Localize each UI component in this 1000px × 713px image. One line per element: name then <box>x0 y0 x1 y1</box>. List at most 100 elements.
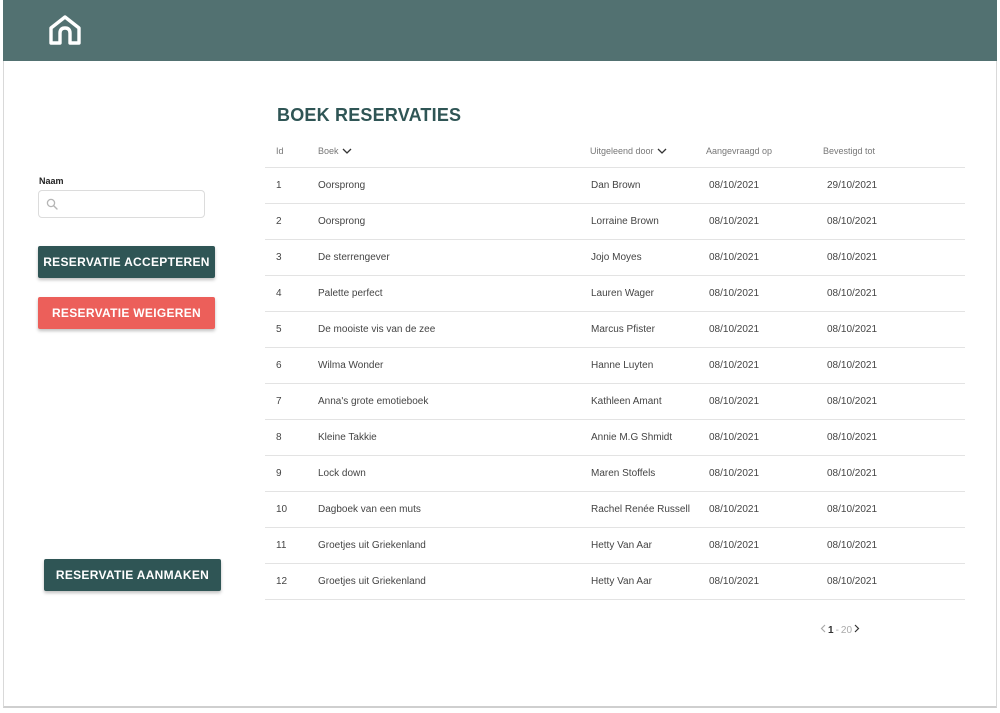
cell-boek: Anna's grote emotieboek <box>318 396 429 407</box>
cell-aangevraagd: 08/10/2021 <box>709 252 760 263</box>
cell-id: 9 <box>276 468 282 479</box>
table-row[interactable]: 2 Oorsprong Lorraine Brown 08/10/2021 08/10/… <box>265 204 965 240</box>
cell-bevestigd: 08/10/2021 <box>827 468 878 479</box>
cell-bevestigd: 08/10/2021 <box>827 324 878 335</box>
cell-uitgeleend: Kathleen Amant <box>591 396 662 407</box>
cell-uitgeleend: Maren Stoffels <box>591 468 656 479</box>
cell-aangevraagd: 08/10/2021 <box>709 504 760 515</box>
chevron-right-icon[interactable] <box>854 624 860 636</box>
cell-bevestigd: 29/10/2021 <box>827 180 878 191</box>
cell-uitgeleend: Hanne Luyten <box>591 360 654 371</box>
column-boek-label: Boek <box>318 146 339 156</box>
reservations-table: Id Boek Uitgeleend door Aangevraagd op B… <box>265 137 965 600</box>
cell-bevestigd: 08/10/2021 <box>827 504 878 515</box>
refuse-reservation-button[interactable]: RESERVATIE WEIGEREN <box>38 297 215 329</box>
cell-boek: Lock down <box>318 468 366 479</box>
create-reservation-button[interactable]: RESERVATIE AANMAKEN <box>44 559 221 591</box>
cell-aangevraagd: 08/10/2021 <box>709 432 760 443</box>
cell-bevestigd: 08/10/2021 <box>827 288 878 299</box>
cell-id: 1 <box>276 180 282 191</box>
table-row[interactable]: 6 Wilma Wonder Hanne Luyten 08/10/2021 08/10… <box>265 348 965 384</box>
cell-boek: Dagboek van een muts <box>318 504 421 515</box>
cell-uitgeleend: Rachel Renée Russell <box>591 504 690 515</box>
cell-id: 8 <box>276 432 282 443</box>
cell-id: 10 <box>276 504 288 515</box>
home-icon[interactable] <box>47 13 83 47</box>
table-row[interactable]: 10 Dagboek van een muts Rachel Renée Russe… <box>265 492 965 528</box>
name-search-input[interactable] <box>63 195 199 213</box>
cell-id: 2 <box>276 216 282 227</box>
accept-reservation-button[interactable]: RESERVATIE ACCEPTEREN <box>38 246 215 278</box>
cell-boek: Wilma Wonder <box>318 360 384 371</box>
cell-bevestigd: 08/10/2021 <box>827 216 878 227</box>
cell-id: 11 <box>276 540 287 551</box>
cell-bevestigd: 08/10/2021 <box>827 540 878 551</box>
cell-boek: De mooiste vis van de zee <box>318 324 436 335</box>
cell-boek: Kleine Takkie <box>318 432 377 443</box>
cell-uitgeleend: Lauren Wager <box>591 288 654 299</box>
cell-id: 4 <box>276 288 282 299</box>
table-row[interactable]: 8 Kleine Takkie Annie M.G Shmidt 08/10/2021… <box>265 420 965 456</box>
pager-total: 20 <box>840 624 853 636</box>
cell-id: 3 <box>276 252 282 263</box>
cell-aangevraagd: 08/10/2021 <box>709 288 760 299</box>
column-header-bevestigd: Bevestigd tot <box>823 146 875 156</box>
cell-uitgeleend: Annie M.G Shmidt <box>591 432 673 443</box>
cell-uitgeleend: Marcus Pfister <box>591 324 655 335</box>
cell-boek: De sterrengever <box>318 252 390 263</box>
column-uitgeleend-label: Uitgeleend door <box>590 146 654 156</box>
table-row[interactable]: 11 Groetjes uit Griekenland Hetty Van Aar 0… <box>265 528 965 564</box>
cell-uitgeleend: Hetty Van Aar <box>591 576 652 587</box>
search-icon <box>46 198 58 210</box>
table-body: 1 Oorsprong Dan Brown 08/10/2021 29/10/2021 2… <box>265 168 965 600</box>
cell-boek: Oorsprong <box>318 180 366 191</box>
chevron-down-icon[interactable] <box>657 148 667 154</box>
pager-current: 1 <box>828 624 834 636</box>
cell-aangevraagd: 08/10/2021 <box>709 396 760 407</box>
cell-uitgeleend: Dan Brown <box>591 180 641 191</box>
cell-bevestigd: 08/10/2021 <box>827 396 878 407</box>
pager-separator: - <box>835 624 839 636</box>
top-bar <box>3 0 997 61</box>
table-row[interactable]: 5 De mooiste vis van de zee Marcus Pfister… <box>265 312 965 348</box>
name-search-field[interactable] <box>38 190 205 218</box>
chevron-left-icon[interactable] <box>820 624 826 636</box>
cell-boek: Palette perfect <box>318 288 383 299</box>
cell-aangevraagd: 08/10/2021 <box>709 576 760 587</box>
cell-aangevraagd: 08/10/2021 <box>709 324 760 335</box>
cell-uitgeleend: Hetty Van Aar <box>591 540 652 551</box>
cell-aangevraagd: 08/10/2021 <box>709 468 760 479</box>
table-row[interactable]: 3 De sterrengever Jojo Moyes 08/10/2021 08/1… <box>265 240 965 276</box>
cell-id: 6 <box>276 360 282 371</box>
table-row[interactable]: 9 Lock down Maren Stoffels 08/10/2021 08/10/… <box>265 456 965 492</box>
chevron-down-icon[interactable] <box>342 148 352 154</box>
pagination: 1 - 20 <box>820 624 860 636</box>
cell-uitgeleend: Jojo Moyes <box>591 252 642 263</box>
cell-aangevraagd: 08/10/2021 <box>709 216 760 227</box>
name-label: Naam <box>39 176 64 186</box>
column-bevestigd-label: Bevestigd tot <box>823 146 876 156</box>
column-header-aangevraagd: Aangevraagd op <box>706 146 772 156</box>
cell-uitgeleend: Lorraine Brown <box>591 216 659 227</box>
column-header-uitgeleend[interactable]: Uitgeleend door <box>590 146 667 156</box>
cell-id: 12 <box>276 576 288 587</box>
table-header: Id Boek Uitgeleend door Aangevraagd op B… <box>265 137 965 168</box>
table-row[interactable]: 1 Oorsprong Dan Brown 08/10/2021 29/10/2021 <box>265 168 965 204</box>
cell-aangevraagd: 08/10/2021 <box>709 540 760 551</box>
cell-bevestigd: 08/10/2021 <box>827 432 878 443</box>
column-id-label: Id <box>276 146 284 156</box>
table-row[interactable]: 7 Anna's grote emotieboek Kathleen Amant 08… <box>265 384 965 420</box>
cell-aangevraagd: 08/10/2021 <box>709 180 760 191</box>
column-aangevraagd-label: Aangevraagd op <box>706 146 773 156</box>
table-row[interactable]: 4 Palette perfect Lauren Wager 08/10/2021 08… <box>265 276 965 312</box>
cell-boek: Groetjes uit Griekenland <box>318 540 426 551</box>
cell-bevestigd: 08/10/2021 <box>827 360 878 371</box>
column-header-id: Id <box>276 146 284 156</box>
column-header-boek[interactable]: Boek <box>318 146 352 156</box>
page-title: BOEK RESERVATIES <box>277 105 462 125</box>
cell-boek: Groetjes uit Griekenland <box>318 576 426 587</box>
cell-boek: Oorsprong <box>318 216 366 227</box>
cell-aangevraagd: 08/10/2021 <box>709 360 760 371</box>
table-row[interactable]: 12 Groetjes uit Griekenland Hetty Van Aar 0… <box>265 564 965 600</box>
cell-bevestigd: 08/10/2021 <box>827 252 878 263</box>
